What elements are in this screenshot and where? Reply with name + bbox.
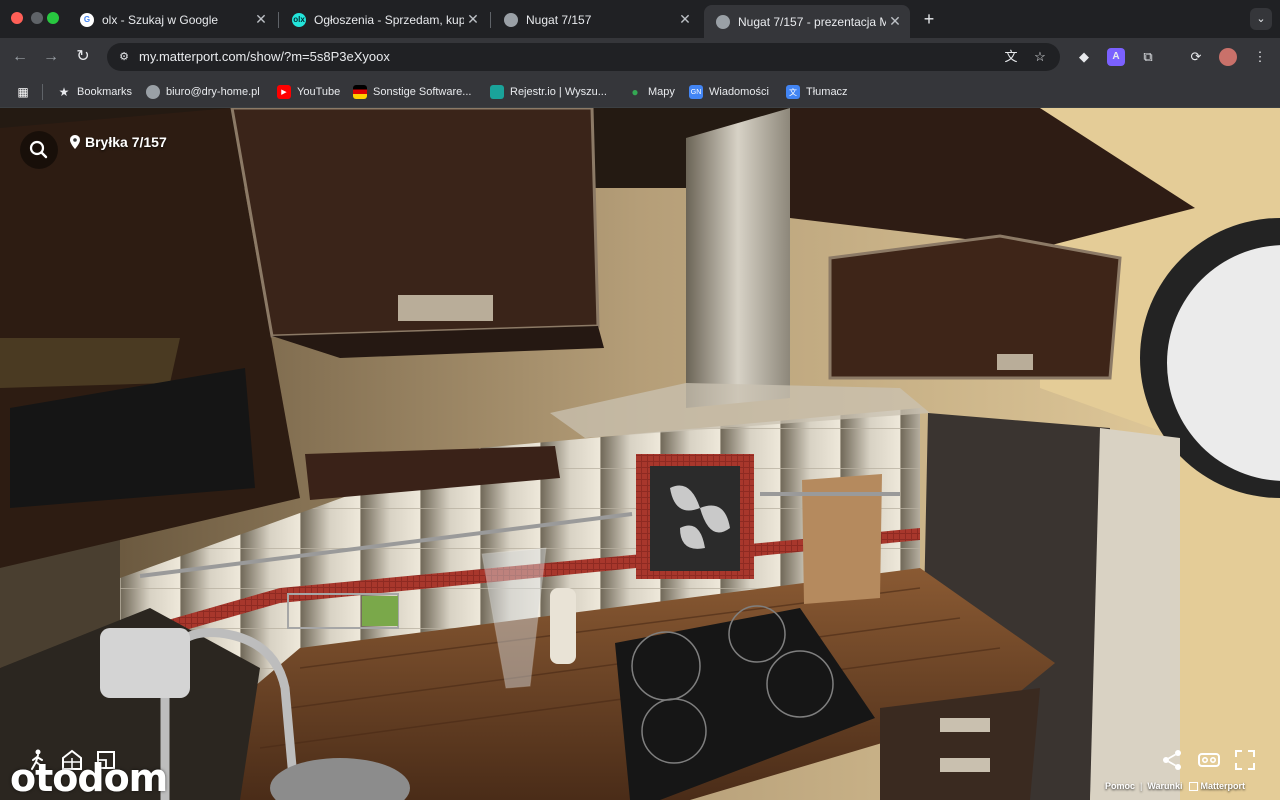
back-arrow-icon[interactable]: ← bbox=[10, 47, 30, 67]
bookmark-item[interactable]: Sonstige Software... bbox=[353, 84, 471, 100]
new-tab-button[interactable]: + bbox=[920, 9, 938, 30]
matterport-brand-link[interactable]: Matterport bbox=[1201, 781, 1246, 791]
bookmark-item[interactable]: GN Wiadomości bbox=[689, 84, 769, 100]
globe-icon bbox=[146, 85, 160, 99]
extension-a-icon[interactable]: A bbox=[1107, 48, 1125, 66]
bookmark-item[interactable]: 文 Tłumacz bbox=[786, 84, 848, 100]
translate-icon[interactable]: 文 bbox=[1002, 48, 1020, 66]
menu-kebab-icon[interactable]: ⋮ bbox=[1251, 48, 1269, 66]
bookmark-label: YouTube bbox=[297, 86, 341, 98]
otodom-logo-text: otodom bbox=[10, 756, 168, 800]
tab-title: Ogłoszenia - Sprzedam, kupię bbox=[314, 12, 464, 27]
tab-divider bbox=[278, 12, 279, 28]
tab-close-icon[interactable]: ✕ bbox=[252, 11, 270, 28]
translate-icon: 文 bbox=[786, 85, 800, 99]
address-bar[interactable]: ⚙ my.matterport.com/show/?m=5s8P3eXyoox … bbox=[107, 43, 1060, 71]
bookmarks-divider bbox=[42, 84, 43, 100]
bookmark-label: Wiadomości bbox=[709, 86, 769, 98]
vr-headset-icon[interactable] bbox=[1197, 748, 1221, 772]
youtube-icon: ▶ bbox=[277, 85, 291, 99]
bookmark-label: Rejestr.io | Wyszu... bbox=[510, 86, 607, 98]
bookmark-label: Bookmarks bbox=[77, 86, 133, 98]
window-maximize-button[interactable] bbox=[47, 12, 59, 24]
forward-arrow-icon[interactable]: → bbox=[41, 47, 61, 67]
bookmark-item[interactable]: ▶ YouTube bbox=[277, 84, 340, 100]
bookmark-label: Sonstige Software... bbox=[373, 86, 472, 98]
bookmark-item[interactable]: Rejestr.io | Wyszu... bbox=[490, 84, 607, 100]
tab-olx-google[interactable]: G olx - Szukaj w Google ✕ bbox=[68, 5, 276, 34]
news-icon: GN bbox=[689, 85, 703, 99]
location-pin-icon bbox=[70, 135, 80, 149]
share-icon[interactable] bbox=[1160, 748, 1184, 772]
search-button[interactable] bbox=[20, 131, 58, 169]
bookmarks-bar: ▦ ★ Bookmarks biuro@dry-home.pl ▶ YouTub… bbox=[0, 76, 1280, 108]
tab-olx[interactable]: olx Ogłoszenia - Sprzedam, kupię ✕ bbox=[280, 5, 488, 34]
reload-icon[interactable]: ↻ bbox=[73, 47, 93, 67]
tab-close-icon[interactable]: ✕ bbox=[464, 11, 482, 28]
fullscreen-icon[interactable] bbox=[1233, 748, 1257, 772]
tab-title: Nugat 7/157 bbox=[526, 12, 592, 27]
matterport-3d-viewport[interactable]: Bryłka 7/157 otodom Pomoc | Warunki Matt… bbox=[0, 108, 1280, 800]
window-close-button[interactable] bbox=[11, 12, 23, 24]
rejestr-icon bbox=[490, 85, 504, 99]
profile-avatar[interactable] bbox=[1219, 48, 1237, 66]
tab-divider bbox=[490, 12, 491, 28]
tab-search-chevron-icon[interactable]: ⌄ bbox=[1250, 8, 1272, 30]
window-minimize-button[interactable] bbox=[31, 12, 43, 24]
help-link[interactable]: Pomoc bbox=[1105, 781, 1135, 791]
star-icon: ★ bbox=[58, 85, 70, 99]
browser-toolbar: ← → ↻ ⚙ my.matterport.com/show/?m=5s8P3e… bbox=[0, 38, 1280, 76]
search-icon bbox=[29, 140, 48, 159]
location-label: Bryłka 7/157 bbox=[70, 134, 167, 150]
bookmark-label: Tłumacz bbox=[806, 86, 848, 98]
footer-separator: | bbox=[1140, 781, 1143, 791]
flag-icon bbox=[353, 85, 367, 99]
bookmark-star-icon[interactable]: ☆ bbox=[1031, 48, 1049, 66]
globe-icon bbox=[716, 14, 730, 29]
kitchen-panorama bbox=[0, 108, 1280, 800]
tab-title: olx - Szukaj w Google bbox=[102, 12, 219, 27]
bookmark-label: biuro@dry-home.pl bbox=[166, 86, 260, 98]
tab-nugat[interactable]: Nugat 7/157 ✕ bbox=[492, 5, 700, 34]
site-info-icon[interactable]: ⚙ bbox=[115, 48, 133, 66]
bookmark-label: Mapy bbox=[648, 86, 675, 98]
globe-icon bbox=[504, 12, 518, 27]
puzzle-extensions-icon[interactable]: ⧉ bbox=[1139, 48, 1157, 66]
tab-strip: G olx - Szukaj w Google ✕ olx Ogłoszenia… bbox=[0, 0, 1280, 38]
tab-close-icon[interactable]: ✕ bbox=[676, 11, 694, 28]
olx-icon: olx bbox=[292, 12, 306, 27]
google-icon: G bbox=[80, 12, 94, 27]
sync-icon[interactable]: ⟳ bbox=[1187, 48, 1205, 66]
bookmark-item[interactable]: ● Mapy bbox=[628, 84, 675, 100]
bookmark-item[interactable]: biuro@dry-home.pl bbox=[146, 84, 260, 100]
bookmark-item[interactable]: ★ Bookmarks bbox=[57, 84, 132, 100]
extension-icon[interactable]: ◆ bbox=[1075, 48, 1093, 66]
tab-close-icon[interactable]: ✕ bbox=[886, 13, 904, 30]
tab-title: Nugat 7/157 - prezentacja Ma bbox=[738, 14, 886, 29]
matterport-logo-icon bbox=[1188, 781, 1198, 791]
location-name: Bryłka 7/157 bbox=[85, 134, 167, 150]
terms-link[interactable]: Warunki bbox=[1147, 781, 1182, 791]
otodom-watermark: otodom bbox=[8, 748, 198, 800]
tour-footer: Pomoc | Warunki Matterport bbox=[1105, 781, 1245, 791]
maps-pin-icon: ● bbox=[631, 85, 639, 99]
url-text[interactable]: my.matterport.com/show/?m=5s8P3eXyoox bbox=[139, 49, 390, 64]
tab-nugat-presentation[interactable]: Nugat 7/157 - prezentacja Ma ✕ bbox=[704, 5, 910, 38]
apps-grid-icon[interactable]: ▦ bbox=[16, 84, 36, 100]
